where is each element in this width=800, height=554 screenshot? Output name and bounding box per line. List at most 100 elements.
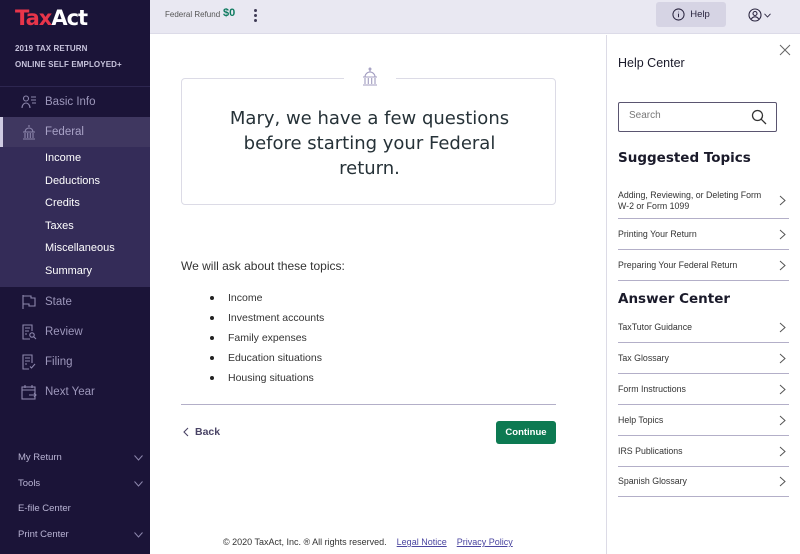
subnav-summary[interactable]: Summary — [45, 265, 92, 277]
bullet — [210, 356, 214, 360]
topic-text: Housing situations — [228, 372, 314, 384]
sidebar-tools[interactable]: Tools — [18, 478, 143, 489]
help-search-box — [618, 102, 777, 132]
link-text: Adding, Reviewing, or Deleting Form W-2 … — [618, 189, 762, 211]
federal-refund-label: Federal Refund — [165, 10, 221, 19]
suggested-topic-link[interactable]: Printing Your Return — [618, 219, 789, 250]
topic-list: Income Investment accounts Family expens… — [210, 288, 324, 388]
federal-subnav: Income Deductions Credits Taxes Miscella… — [0, 147, 150, 287]
link-text: Help Topics — [618, 414, 664, 425]
help-center-panel: Help Center Suggested Topics Adding, Rev… — [606, 35, 800, 554]
app-root: TaxAct 2019 TAX RETURN ONLINE SELF EMPLO… — [0, 0, 800, 554]
document-search-icon — [22, 324, 37, 340]
page-title: Mary, we have a few questions before sta… — [229, 108, 510, 179]
sidebar-efile-center[interactable]: E-file Center — [18, 503, 143, 514]
help-center-title: Help Center — [618, 56, 685, 70]
sidebar-item-review[interactable]: Review — [0, 317, 150, 347]
calendar-arrow-icon — [21, 385, 37, 400]
search-icon[interactable] — [751, 109, 767, 125]
capitol-icon — [363, 67, 377, 86]
continue-button[interactable]: Continue — [496, 421, 556, 444]
chevron-right-icon — [779, 195, 786, 206]
bullet — [210, 376, 214, 380]
sidebar-bottom-label: E-file Center — [18, 503, 71, 514]
chevron-right-icon — [779, 415, 786, 425]
sidebar-item-label: Filing — [45, 356, 73, 368]
logo-tax: Tax — [15, 6, 52, 30]
more-options-icon[interactable] — [251, 7, 259, 25]
product-label: 2019 TAX RETURN ONLINE SELF EMPLOYED+ — [15, 41, 122, 72]
answer-center-link[interactable]: Help Topics — [618, 405, 789, 436]
sidebar-item-next-year[interactable]: Next Year — [0, 377, 150, 407]
help-button[interactable]: Help — [656, 2, 726, 27]
subnav-deductions[interactable]: Deductions — [45, 175, 100, 187]
link-text: TaxTutor Guidance — [618, 322, 692, 332]
help-search-input[interactable] — [629, 110, 739, 121]
footer: © 2020 TaxAct, Inc. ® All rights reserve… — [223, 537, 513, 547]
sidebar-item-label: Basic Info — [45, 96, 96, 108]
chevron-down-icon — [134, 531, 143, 538]
user-circle-icon — [748, 8, 762, 22]
sidebar-item-label: Next Year — [45, 386, 95, 398]
copyright-text: © 2020 TaxAct, Inc. ® All rights reserve… — [223, 537, 387, 547]
link-text: Preparing Your Federal Return — [618, 259, 738, 270]
chevron-right-icon — [779, 476, 786, 487]
answer-center-link[interactable]: IRS Publications — [618, 436, 789, 467]
content-divider — [181, 404, 556, 405]
chevron-right-icon — [779, 229, 786, 239]
answer-center-link[interactable]: Tax Glossary — [618, 343, 789, 374]
chevron-left-icon — [183, 427, 189, 437]
capitol-icon — [23, 125, 35, 140]
sidebar-item-basic-info[interactable]: Basic Info — [0, 87, 150, 117]
privacy-policy-link[interactable]: Privacy Policy — [457, 537, 513, 547]
sidebar-item-federal[interactable]: Federal — [0, 117, 150, 147]
bullet — [210, 316, 214, 320]
link-text: Printing Your Return — [618, 228, 697, 239]
bullet — [210, 336, 214, 340]
logo-act: Act — [51, 6, 88, 30]
flag-icon — [22, 295, 36, 309]
federal-refund-value: $0 — [223, 7, 236, 19]
subnav-income[interactable]: Income — [45, 152, 81, 164]
taxact-logo[interactable]: TaxAct — [15, 6, 88, 30]
sidebar-item-label: Review — [45, 326, 83, 338]
topic-text: Income — [228, 292, 263, 304]
answer-center-link[interactable]: Spanish Glossary — [618, 467, 789, 497]
document-check-icon — [22, 354, 36, 370]
sidebar-item-state[interactable]: State — [0, 287, 150, 317]
chevron-right-icon — [779, 384, 786, 394]
help-label: Help — [690, 9, 710, 20]
topic-text: Investment accounts — [228, 312, 325, 324]
chevron-down-icon — [134, 480, 143, 487]
subnav-miscellaneous[interactable]: Miscellaneous — [45, 242, 115, 254]
list-item: Housing situations — [210, 368, 324, 388]
chevron-right-icon — [779, 322, 786, 333]
intro-card: Mary, we have a few questions before sta… — [181, 67, 556, 205]
main-content: Mary, we have a few questions before sta… — [150, 35, 606, 554]
close-icon[interactable] — [779, 44, 791, 56]
suggested-topic-link[interactable]: Adding, Reviewing, or Deleting Form W-2 … — [618, 183, 789, 219]
suggested-topics-heading: Suggested Topics — [618, 150, 751, 166]
subnav-credits[interactable]: Credits — [45, 197, 80, 209]
sidebar-print-center[interactable]: Print Center — [18, 529, 143, 540]
answer-center-link[interactable]: TaxTutor Guidance — [618, 313, 789, 343]
answer-center-heading: Answer Center — [618, 291, 731, 307]
account-menu-button[interactable] — [748, 7, 776, 23]
sidebar-item-filing[interactable]: Filing — [0, 347, 150, 377]
legal-notice-link[interactable]: Legal Notice — [397, 537, 447, 547]
product-year: 2019 TAX RETURN — [15, 44, 88, 53]
link-text: IRS Publications — [618, 445, 683, 456]
topic-text: Education situations — [228, 352, 322, 364]
suggested-topic-link[interactable]: Preparing Your Federal Return — [618, 250, 789, 281]
card-icon-container — [344, 67, 396, 89]
chevron-right-icon — [779, 260, 786, 270]
subnav-taxes[interactable]: Taxes — [45, 220, 74, 232]
bullet — [210, 296, 214, 300]
person-list-icon — [21, 95, 36, 109]
sidebar-bottom-label: Tools — [18, 478, 41, 489]
back-button[interactable]: Back — [183, 426, 220, 438]
product-edition: ONLINE SELF EMPLOYED+ — [15, 59, 122, 69]
sidebar-my-return[interactable]: My Return — [18, 452, 143, 463]
answer-center-link[interactable]: Form Instructions — [618, 374, 789, 405]
chevron-down-icon — [764, 12, 771, 18]
